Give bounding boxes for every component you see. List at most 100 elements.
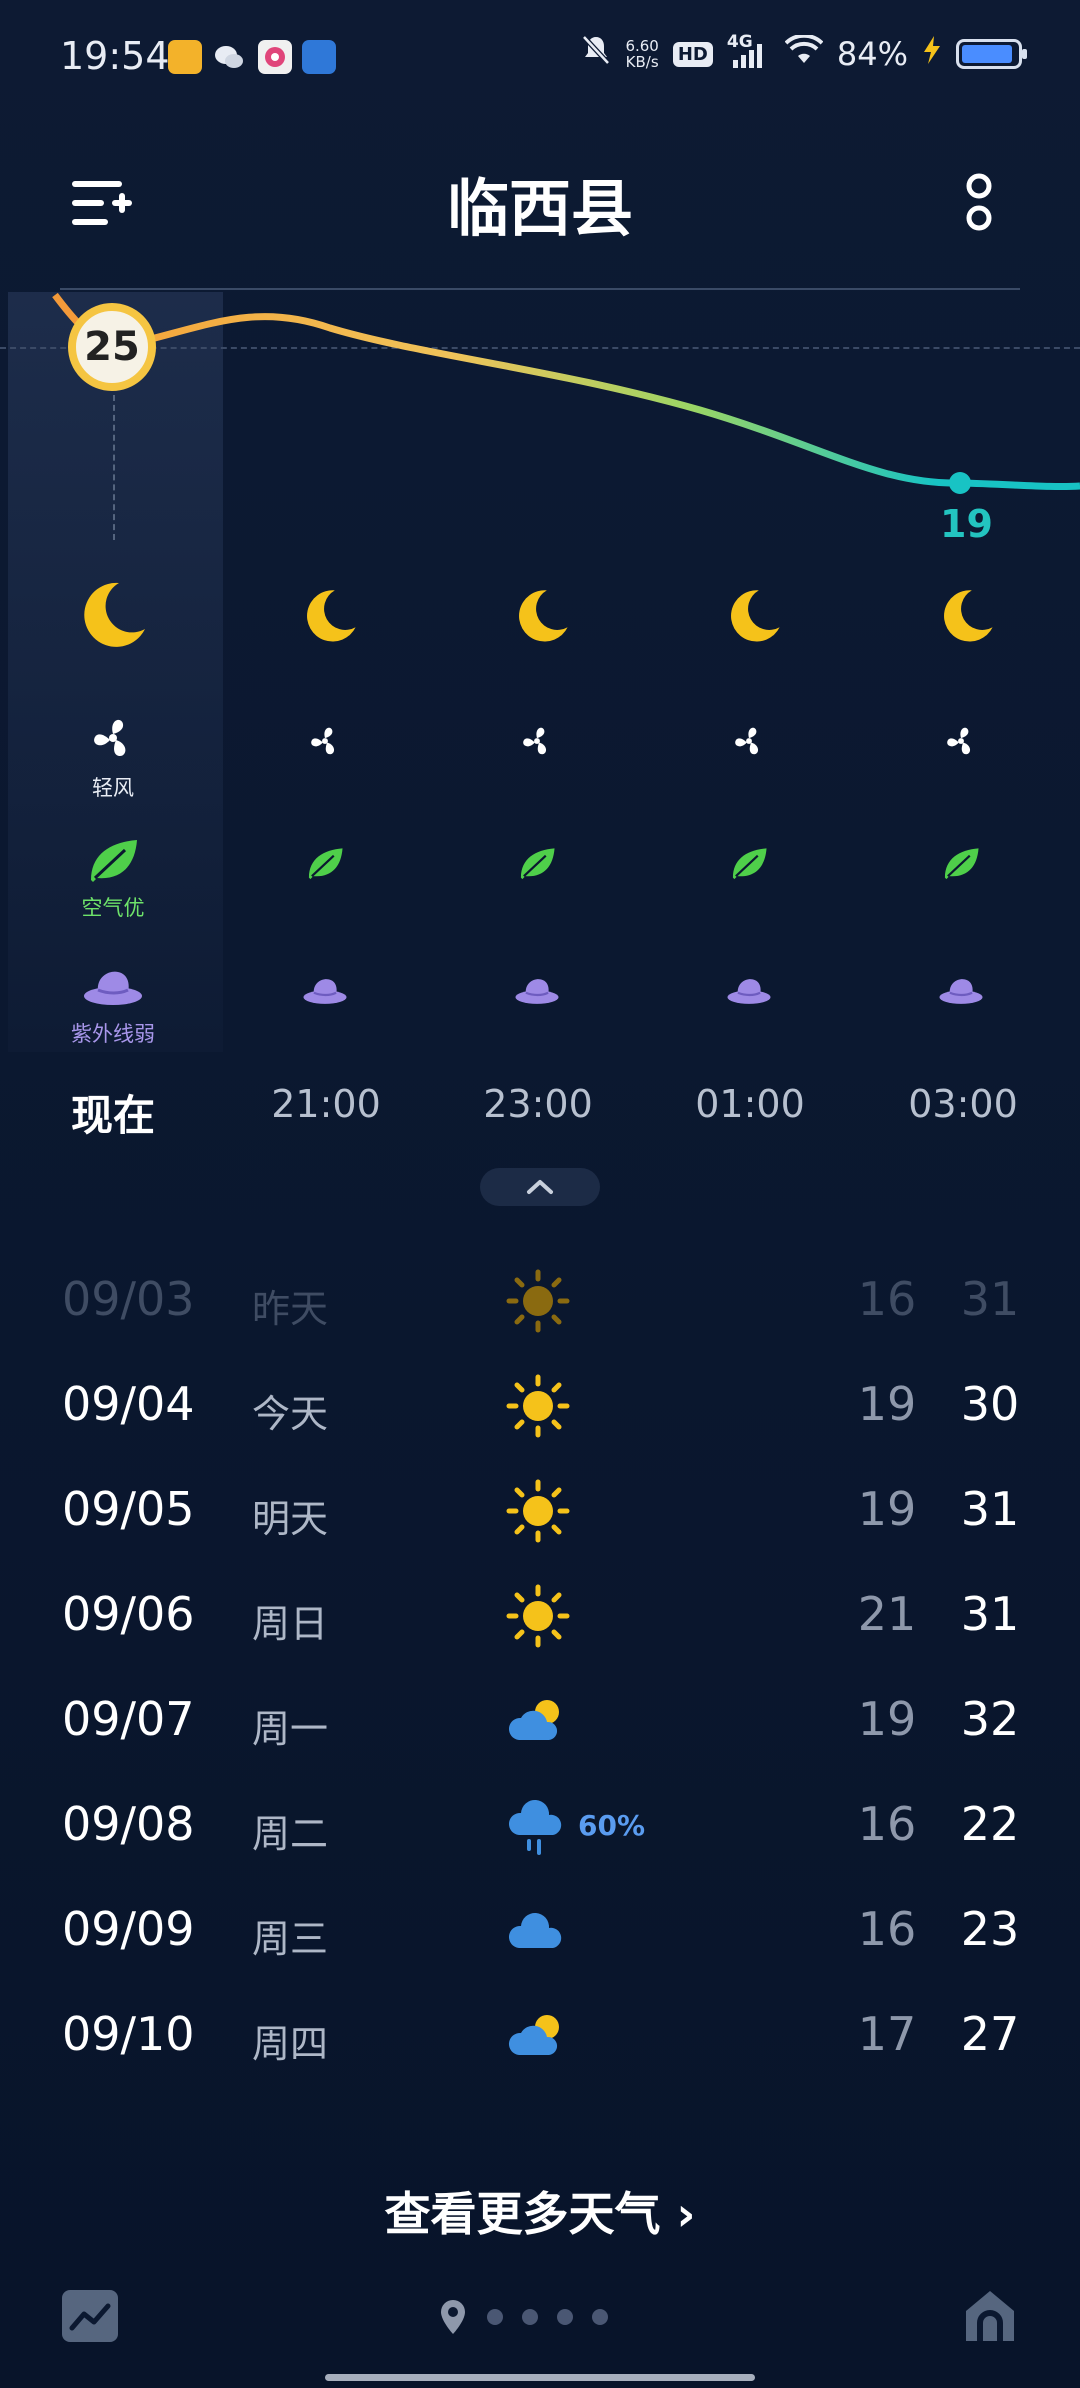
- rain-cloud-icon: [505, 1793, 571, 1859]
- day-date: 09/09: [62, 1902, 195, 1956]
- hat-icon: [303, 979, 347, 1004]
- collapse-hourly-button[interactable]: [480, 1168, 600, 1206]
- day-low-temp: 17: [857, 2007, 917, 2061]
- hour-uv-23: [514, 976, 560, 1012]
- day-name: 明天: [252, 1497, 329, 1541]
- home-button[interactable]: [962, 2287, 1018, 2345]
- hour-label: 01:00: [695, 1082, 805, 1126]
- hd-badge: HD: [672, 41, 713, 67]
- leaf-icon: [732, 848, 767, 880]
- day-name: 昨天: [252, 1287, 329, 1331]
- battery-percent: 84%: [836, 35, 908, 73]
- hour-wind-21: [306, 722, 344, 764]
- day-date: 09/10: [62, 2007, 195, 2061]
- hour-uv-now: 紫外线弱: [43, 968, 183, 1048]
- low-temp-label: 19: [940, 502, 993, 546]
- mute-icon: [581, 34, 611, 74]
- temperature-curve: [52, 292, 1080, 494]
- hour-label: 03:00: [908, 1082, 1018, 1126]
- daily-row[interactable]: 09/09 周三 16 23: [0, 1878, 1080, 1983]
- fan-icon: [311, 727, 335, 755]
- page-dot: [592, 2309, 608, 2325]
- hat-icon: [939, 979, 983, 1004]
- hour-weather-23: [472, 584, 612, 652]
- status-time: 19:54: [60, 34, 170, 78]
- hour-wind-01: [730, 722, 768, 764]
- cloud-icon: [505, 1898, 571, 1964]
- uv-label: 紫外线弱: [71, 1022, 155, 1046]
- day-date: 09/04: [62, 1377, 195, 1431]
- hour-label: 21:00: [271, 1082, 381, 1126]
- daily-row[interactable]: 09/06 周日 21 31: [0, 1563, 1080, 1668]
- day-name: 周日: [252, 1602, 329, 1646]
- sun-icon: [505, 1268, 571, 1334]
- fan-icon: [947, 727, 971, 755]
- daily-row[interactable]: 09/05 明天 19 31: [0, 1458, 1080, 1563]
- hour-air-01: [730, 845, 768, 885]
- sun-icon: [505, 1478, 571, 1544]
- fan-icon: [735, 727, 759, 755]
- daily-row[interactable]: 09/10 周四 17 27: [0, 1983, 1080, 2088]
- city-page-indicator[interactable]: [438, 2298, 608, 2336]
- charging-icon: [922, 35, 942, 73]
- day-high-temp: 31: [960, 1587, 1020, 1641]
- hour-weather-01: [684, 584, 824, 652]
- hour-air-23: [518, 845, 556, 885]
- weibo-icon: [168, 40, 202, 74]
- sun-icon: [505, 1373, 571, 1439]
- wind-label: 轻风: [92, 776, 134, 800]
- house-icon: [966, 2291, 1014, 2341]
- day-low-temp: 19: [857, 1692, 917, 1746]
- partly-cloudy-icon: [505, 1688, 571, 1754]
- wifi-icon: [784, 33, 824, 73]
- page-dot: [557, 2309, 573, 2325]
- moon-icon: [519, 590, 568, 642]
- day-low-temp: 16: [857, 1272, 917, 1326]
- partly-cloudy-icon: [505, 2003, 571, 2069]
- hour-uv-21: [302, 976, 348, 1012]
- daily-row[interactable]: 09/08 周二 60% 16 22: [0, 1773, 1080, 1878]
- day-name: 周一: [252, 1707, 329, 1751]
- moon-icon: [84, 582, 145, 647]
- net-speed: 6.60 KB/s: [625, 37, 659, 71]
- day-name: 周三: [252, 1917, 329, 1961]
- day-high-temp: 31: [960, 1272, 1020, 1326]
- trend-chart-button[interactable]: [62, 2290, 118, 2342]
- day-high-temp: 30: [960, 1377, 1020, 1431]
- hour-wind-03: [942, 722, 980, 764]
- chevron-up-icon: [527, 1180, 553, 1194]
- day-low-temp: 16: [857, 1797, 917, 1851]
- hour-air-03: [942, 845, 980, 885]
- day-date: 09/07: [62, 1692, 195, 1746]
- hour-air-21: [306, 845, 344, 885]
- daily-row[interactable]: 09/04 今天 19 30: [0, 1353, 1080, 1458]
- battery-icon: [956, 39, 1027, 69]
- day-high-temp: 31: [960, 1482, 1020, 1536]
- hour-label: 23:00: [483, 1082, 593, 1126]
- day-date: 09/05: [62, 1482, 195, 1536]
- gesture-bar[interactable]: [325, 2374, 755, 2381]
- day-high-temp: 32: [960, 1692, 1020, 1746]
- hour-label-now: 现在: [70, 1091, 155, 1140]
- leaf-icon: [520, 848, 555, 880]
- page-dot: [487, 2309, 503, 2325]
- leaf-icon: [944, 848, 979, 880]
- more-options-button[interactable]: [962, 172, 996, 234]
- day-low-temp: 16: [857, 1902, 917, 1956]
- day-low-temp: 21: [857, 1587, 917, 1641]
- more-weather-link[interactable]: 查看更多天气 ›: [0, 2178, 1080, 2244]
- precipitation-probability: 60%: [578, 1809, 646, 1842]
- music-app-icon: [258, 40, 292, 74]
- moon-icon: [731, 590, 780, 642]
- hour-weather-21: [260, 584, 400, 652]
- daily-row[interactable]: 09/03 昨天 16 31: [0, 1248, 1080, 1353]
- low-point-marker: [949, 472, 971, 494]
- day-name: 周四: [252, 2022, 329, 2066]
- day-name: 周二: [252, 1812, 329, 1856]
- hour-weather-03: [897, 584, 1037, 652]
- daily-row[interactable]: 09/07 周一 19 32: [0, 1668, 1080, 1773]
- hour-wind-now: 轻风: [43, 712, 183, 802]
- hour-uv-01: [726, 976, 772, 1012]
- location-pin-icon: [441, 2300, 465, 2334]
- hat-icon: [515, 979, 559, 1004]
